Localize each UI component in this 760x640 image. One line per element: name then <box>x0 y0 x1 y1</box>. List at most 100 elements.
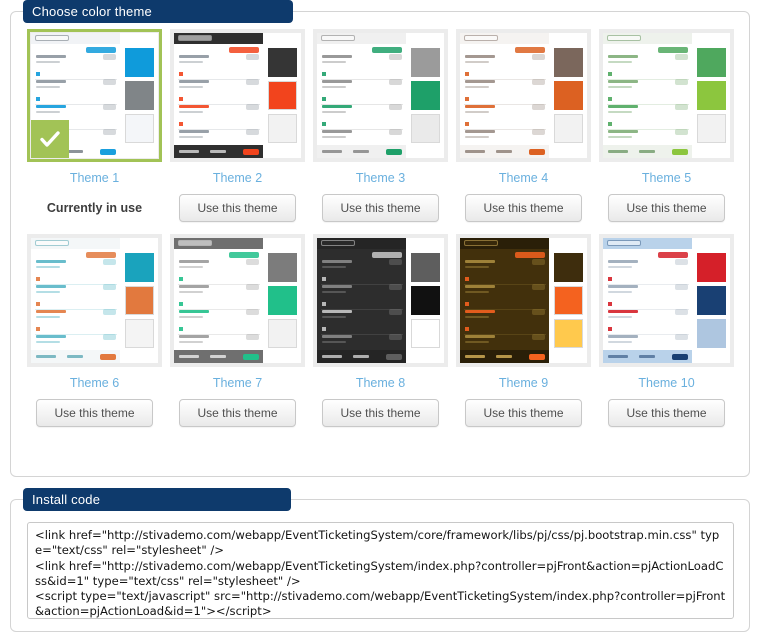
theme-swatch-2 <box>410 81 440 110</box>
theme-preview-mock <box>174 238 263 363</box>
theme-name-link-1[interactable]: Theme 1 <box>70 171 119 185</box>
theme-swatches <box>120 33 158 158</box>
theme-thumbnail-inner <box>174 33 301 158</box>
mock-select <box>178 240 212 246</box>
mock-row-sub <box>179 111 203 113</box>
theme-thumbnail-1[interactable] <box>27 29 162 162</box>
mock-add-icon <box>608 72 612 76</box>
mock-row-sub <box>322 266 346 268</box>
mock-select <box>607 35 641 41</box>
theme-card-4: Theme 4 Use this theme <box>452 29 595 222</box>
theme-name-link-2[interactable]: Theme 2 <box>213 171 262 185</box>
mock-add-icon <box>465 327 469 331</box>
mock-row-sub <box>322 86 346 88</box>
mock-row-button <box>246 334 259 340</box>
theme-thumbnail-2[interactable] <box>170 29 305 162</box>
theme-thumbnail-5[interactable] <box>599 29 734 162</box>
use-this-theme-button-10[interactable]: Use this theme <box>608 399 725 427</box>
mock-row-title <box>322 80 352 83</box>
theme-thumbnail-7[interactable] <box>170 234 305 367</box>
mock-row-sub <box>179 341 203 343</box>
mock-top-action <box>229 47 259 53</box>
mock-total-value <box>353 355 369 358</box>
theme-card-5: Theme 5 Use this theme <box>595 29 738 222</box>
mock-row-button <box>103 104 116 110</box>
mock-add-icon <box>36 277 40 281</box>
mock-add-icon <box>36 72 40 76</box>
mock-row-title <box>322 310 352 313</box>
mock-add-icon <box>322 122 326 126</box>
theme-thumbnail-6[interactable] <box>27 234 162 367</box>
theme-name-link-9[interactable]: Theme 9 <box>499 376 548 390</box>
mock-row-button <box>532 284 545 290</box>
use-this-theme-button-7[interactable]: Use this theme <box>179 399 296 427</box>
mock-select <box>464 35 498 41</box>
theme-thumbnail-4[interactable] <box>456 29 591 162</box>
theme-thumbnail-inner <box>31 33 158 158</box>
mock-total-label <box>179 355 199 358</box>
mock-submit-button <box>100 354 116 360</box>
mock-row-button <box>103 79 116 85</box>
use-this-theme-button-9[interactable]: Use this theme <box>465 399 582 427</box>
theme-swatch-1 <box>553 253 583 282</box>
install-code-textarea[interactable] <box>27 522 734 619</box>
theme-thumbnail-8[interactable] <box>313 234 448 367</box>
theme-swatch-3 <box>696 114 726 143</box>
theme-card-3: Theme 3 Use this theme <box>309 29 452 222</box>
theme-name-link-10[interactable]: Theme 10 <box>638 376 694 390</box>
theme-preview-mock <box>31 238 120 363</box>
use-this-theme-button-8[interactable]: Use this theme <box>322 399 439 427</box>
mock-total-label <box>36 355 56 358</box>
mock-row-sub <box>608 291 632 293</box>
mock-row-button <box>246 54 259 60</box>
mock-row-sub <box>465 291 489 293</box>
mock-row-title <box>608 335 638 338</box>
mock-row-button <box>532 129 545 135</box>
choose-color-theme-panel: Choose color theme Theme 1 Currently in u… <box>10 0 750 477</box>
theme-swatch-2 <box>124 81 154 110</box>
mock-row-title <box>608 260 638 263</box>
theme-name-link-3[interactable]: Theme 3 <box>356 171 405 185</box>
theme-swatch-1 <box>124 48 154 77</box>
mock-add-icon <box>179 72 183 76</box>
use-this-theme-button-4[interactable]: Use this theme <box>465 194 582 222</box>
theme-name-link-5[interactable]: Theme 5 <box>642 171 691 185</box>
theme-swatch-3 <box>410 319 440 348</box>
mock-row-sub <box>608 61 632 63</box>
mock-row-title <box>465 310 495 313</box>
use-this-theme-button-5[interactable]: Use this theme <box>608 194 725 222</box>
mock-row-sub <box>322 341 346 343</box>
theme-thumbnail-inner <box>317 238 444 363</box>
use-this-theme-button-3[interactable]: Use this theme <box>322 194 439 222</box>
mock-row-button <box>389 54 402 60</box>
mock-row-button <box>532 79 545 85</box>
mock-row-title <box>36 55 66 58</box>
mock-add-icon <box>608 97 612 101</box>
mock-row-title <box>36 80 66 83</box>
mock-top-action <box>372 47 402 53</box>
choose-color-theme-legend: Choose color theme <box>23 0 293 23</box>
mock-row-sub <box>465 341 489 343</box>
mock-row-button <box>103 309 116 315</box>
use-this-theme-button-2[interactable]: Use this theme <box>179 194 296 222</box>
mock-row-button <box>246 129 259 135</box>
mock-add-icon <box>465 122 469 126</box>
theme-swatches <box>549 33 587 158</box>
theme-name-link-4[interactable]: Theme 4 <box>499 171 548 185</box>
theme-thumbnail-9[interactable] <box>456 234 591 367</box>
theme-name-link-8[interactable]: Theme 8 <box>356 376 405 390</box>
mock-row-sub <box>179 61 203 63</box>
theme-thumbnail-10[interactable] <box>599 234 734 367</box>
mock-row-sub <box>36 291 60 293</box>
theme-swatch-2 <box>553 81 583 110</box>
mock-total-label <box>608 355 628 358</box>
mock-top-action <box>86 252 116 258</box>
mock-add-icon <box>36 97 40 101</box>
theme-thumbnail-3[interactable] <box>313 29 448 162</box>
use-this-theme-button-6[interactable]: Use this theme <box>36 399 153 427</box>
mock-submit-button <box>386 149 402 155</box>
mock-top-action <box>515 252 545 258</box>
mock-row-button <box>246 259 259 265</box>
theme-name-link-7[interactable]: Theme 7 <box>213 376 262 390</box>
theme-name-link-6[interactable]: Theme 6 <box>70 376 119 390</box>
